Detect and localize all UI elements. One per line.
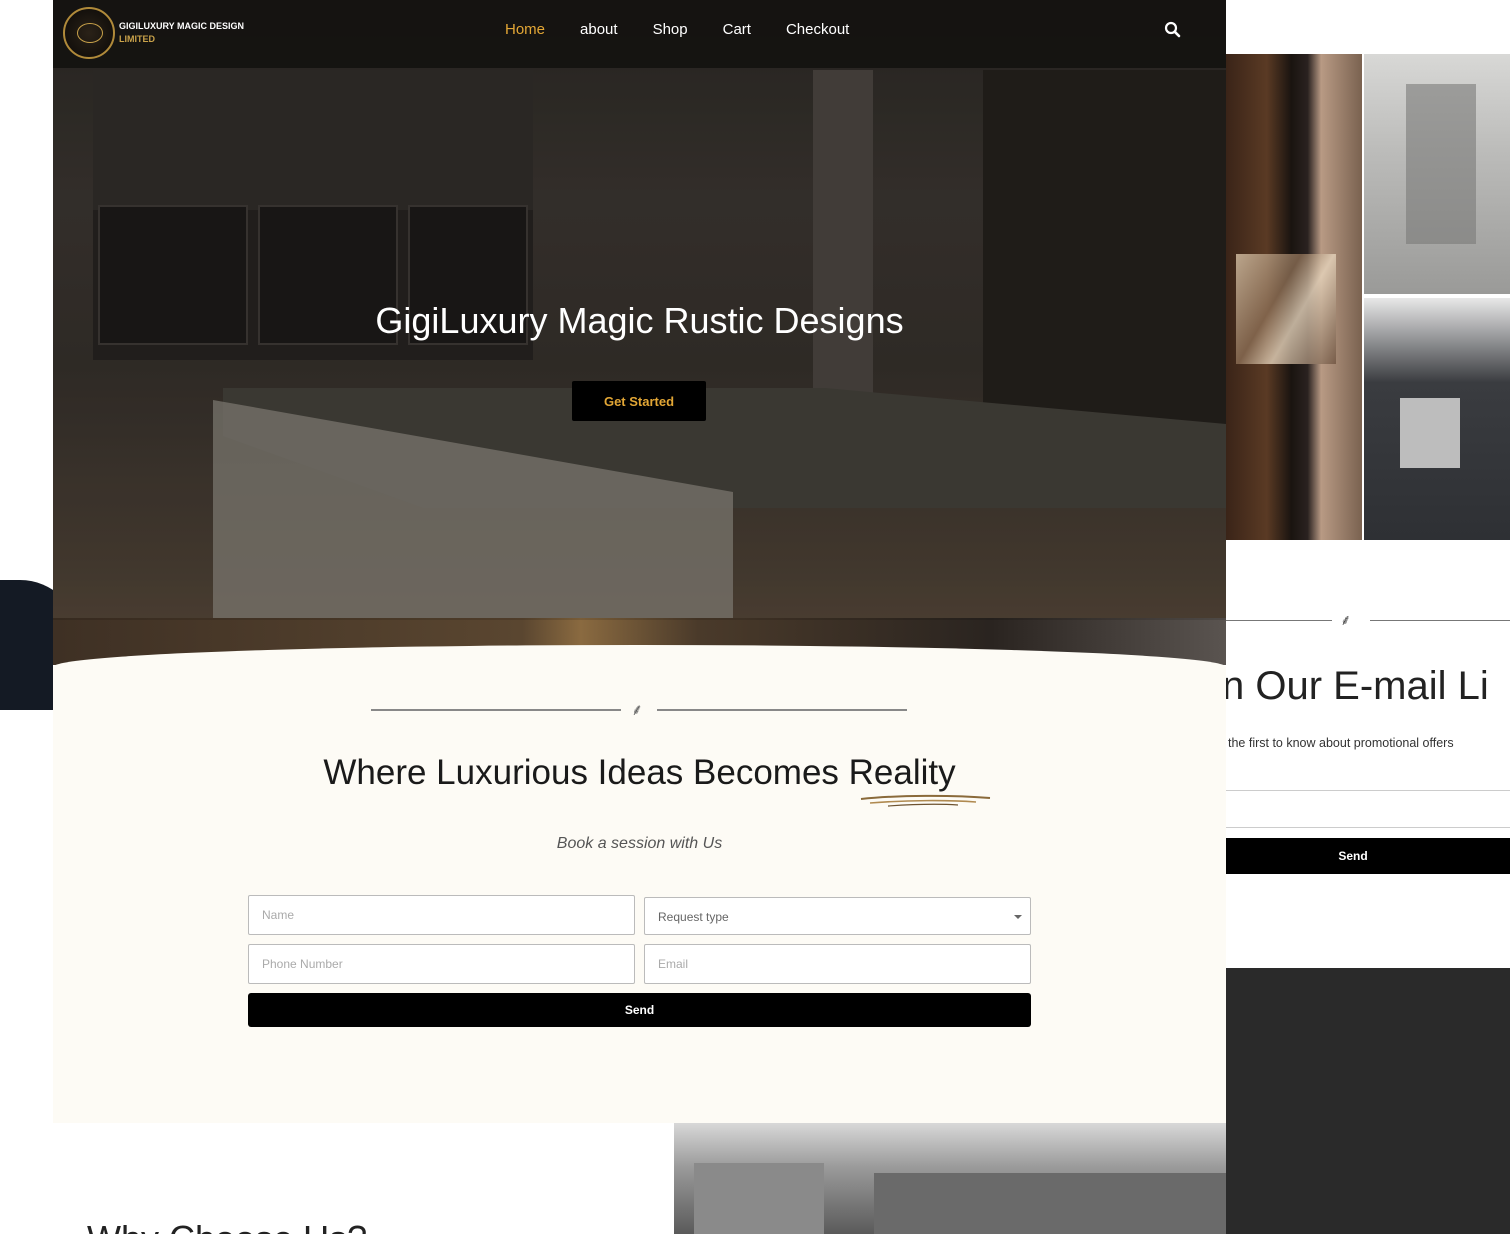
nav-item-cart[interactable]: Cart — [723, 20, 751, 40]
phone-number-field[interactable] — [248, 944, 635, 984]
secondary-page-mockup: ⸙ n Our E-mail Li the first to know abou… — [1222, 0, 1510, 1234]
divider-line — [371, 709, 621, 711]
request-type-value: Request type — [658, 910, 729, 924]
divider-line — [1226, 620, 1332, 621]
booking-subtitle: Book a session with Us — [556, 835, 723, 852]
email-field[interactable] — [644, 944, 1031, 984]
booking-section: ⸙ Where Luxurious Ideas Becomes Reality … — [53, 645, 1226, 1123]
kitchen-photo-collage — [1226, 54, 1510, 540]
send-button[interactable]: Send — [248, 993, 1031, 1027]
brand-logo[interactable] — [63, 7, 115, 59]
newsletter-email-input[interactable] — [1226, 790, 1510, 828]
ornament-divider: ⸙ — [371, 702, 909, 719]
divider-line — [657, 709, 907, 711]
search-icon[interactable] — [1163, 20, 1183, 40]
brush-underline — [860, 794, 991, 807]
newsletter-send-button[interactable]: Send — [1226, 838, 1510, 874]
oven-photo — [1364, 298, 1510, 540]
brand-name[interactable]: GIGILUXURY MAGIC DESIGN LIMITED — [119, 20, 244, 46]
leaf-ornament-icon: ⸙ — [1340, 612, 1352, 629]
main-nav: Home about Shop Cart Checkout — [505, 20, 884, 40]
shelf-photo — [1364, 54, 1510, 294]
nav-item-checkout[interactable]: Checkout — [786, 20, 849, 40]
chevron-down-icon — [1014, 915, 1022, 919]
request-type-select[interactable]: Request type — [644, 897, 1031, 935]
site-header: GIGILUXURY MAGIC DESIGN LIMITED Home abo… — [53, 0, 1226, 68]
leaf-ornament-icon: ⸙ — [631, 702, 644, 719]
brand-name-line1: GIGILUXURY MAGIC DESIGN — [119, 21, 245, 31]
newsletter-subtitle: the first to know about promotional offe… — [1228, 736, 1454, 750]
name-field[interactable] — [248, 895, 635, 935]
homepage-mockup: GigiLuxury Magic Rustic Designs Get Star… — [53, 0, 1226, 1234]
logo-emblem-icon — [77, 23, 103, 43]
get-started-button[interactable]: Get Started — [572, 381, 706, 421]
hero-title: GigiLuxury Magic Rustic Designs — [375, 300, 904, 341]
hero-section: GigiLuxury Magic Rustic Designs Get Star… — [53, 0, 1226, 665]
newsletter-title: n Our E-mail Li — [1222, 664, 1489, 708]
nav-item-shop[interactable]: Shop — [653, 20, 688, 40]
booking-title: Where Luxurious Ideas Becomes Reality — [323, 753, 956, 792]
kitchen-photo — [1226, 54, 1362, 540]
screenshot-stage: ⸙ n Our E-mail Li the first to know abou… — [0, 0, 1510, 1234]
nav-item-about[interactable]: about — [580, 20, 618, 40]
divider-line — [1370, 620, 1510, 621]
nav-item-home[interactable]: Home — [505, 20, 545, 40]
interior-photo — [674, 1123, 1226, 1234]
brand-name-line2: LIMITED — [119, 34, 155, 44]
why-choose-us-title: Why Choose Us? — [87, 1218, 367, 1234]
ornament-divider: ⸙ — [1226, 612, 1510, 629]
dark-footer-section — [1226, 968, 1510, 1234]
